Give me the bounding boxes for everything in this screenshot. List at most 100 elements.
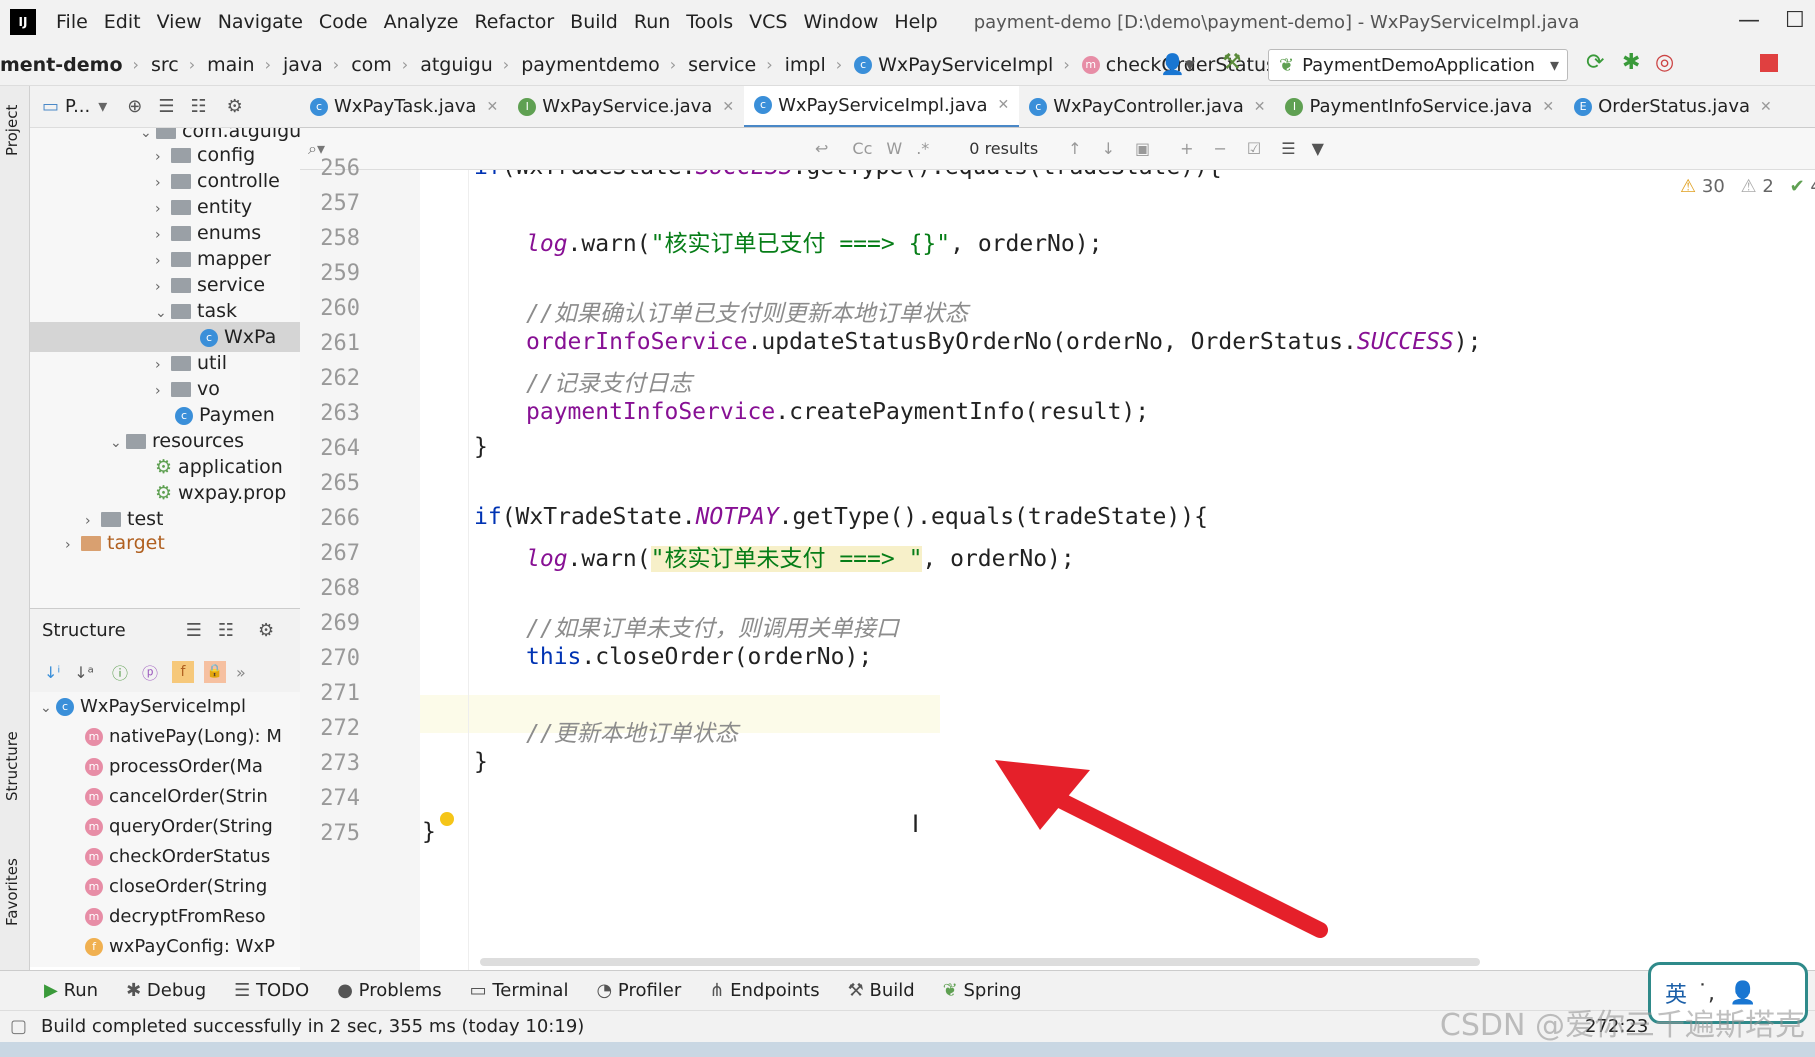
gear-icon[interactable]: ⚙ bbox=[258, 620, 274, 641]
expand-all-icon[interactable]: ☰ bbox=[186, 620, 202, 641]
structure-item[interactable]: m closeOrder(String bbox=[30, 872, 300, 902]
menu-tools[interactable]: Tools bbox=[686, 11, 733, 33]
menu-run[interactable]: Run bbox=[634, 11, 670, 33]
menu-edit[interactable]: Edit bbox=[104, 11, 141, 33]
run-configuration-select[interactable]: ❦ PaymentDemoApplication ▾ bbox=[1268, 49, 1568, 81]
menu-refactor[interactable]: Refactor bbox=[474, 11, 554, 33]
structure-item[interactable]: m cancelOrder(Strin bbox=[30, 782, 300, 812]
status-toggle-icon[interactable]: ▢ bbox=[10, 1016, 27, 1037]
tab-wxpayserviceimpl[interactable]: c WxPayServiceImpl.java ✕ bbox=[744, 86, 1020, 127]
structure-item[interactable]: f wxPayConfig: WxP bbox=[30, 932, 300, 962]
lightbulb-icon[interactable] bbox=[440, 812, 454, 826]
coverage-icon[interactable]: ◎ bbox=[1655, 50, 1674, 75]
problems-tool[interactable]: ● Problems bbox=[337, 980, 441, 1001]
tree-item[interactable]: › target bbox=[30, 528, 300, 558]
more-icon[interactable]: » bbox=[236, 663, 246, 682]
breadcrumb-com[interactable]: com bbox=[351, 54, 392, 76]
close-icon[interactable]: ✕ bbox=[1542, 99, 1554, 115]
structure-item[interactable]: m checkOrderStatus bbox=[30, 842, 300, 872]
structure-root[interactable]: ⌄ c WxPayServiceImpl bbox=[30, 692, 300, 722]
tab-wxpaycontroller[interactable]: c WxPayController.java ✕ bbox=[1019, 86, 1275, 127]
build-hammer-icon[interactable]: ⚒ bbox=[1222, 50, 1242, 75]
menu-code[interactable]: Code bbox=[319, 11, 368, 33]
menu-analyze[interactable]: Analyze bbox=[384, 11, 459, 33]
previous-occurrence-icon[interactable]: ↑ bbox=[1068, 139, 1081, 158]
regex-toggle[interactable]: .* bbox=[916, 139, 929, 158]
tab-paymentinfoservice[interactable]: I PaymentInfoService.java ✕ bbox=[1275, 86, 1564, 127]
search-input[interactable] bbox=[535, 135, 815, 163]
close-icon[interactable]: ✕ bbox=[722, 99, 734, 115]
code-line-272: //更新本地订单状态 bbox=[526, 721, 738, 747]
stop-icon[interactable] bbox=[1760, 54, 1778, 72]
todo-tool[interactable]: ☰ TODO bbox=[234, 980, 309, 1001]
structure-item[interactable]: m decryptFromReso bbox=[30, 902, 300, 932]
show-properties-icon[interactable]: ⓟ bbox=[142, 660, 158, 684]
menu-view[interactable]: View bbox=[157, 11, 202, 33]
locate-icon[interactable]: ⊕ bbox=[127, 96, 142, 117]
structure-item[interactable]: m processOrder(Ma bbox=[30, 752, 300, 782]
breadcrumb-main[interactable]: main bbox=[207, 54, 254, 76]
add-occurrence-icon[interactable]: + bbox=[1180, 139, 1193, 158]
menu-vcs[interactable]: VCS bbox=[749, 11, 787, 33]
breadcrumb-atguigu[interactable]: atguigu bbox=[420, 54, 493, 76]
terminal-tool[interactable]: ▭ Terminal bbox=[470, 980, 569, 1001]
user-icon[interactable]: 👤▾ bbox=[1160, 52, 1195, 76]
structure-item[interactable]: m queryOrder(String bbox=[30, 812, 300, 842]
filter-icon[interactable]: ▼ bbox=[1312, 139, 1324, 158]
debug-tool[interactable]: ✱ Debug bbox=[126, 980, 206, 1001]
spring-tool[interactable]: ❦ Spring bbox=[943, 980, 1022, 1001]
close-icon[interactable]: ✕ bbox=[486, 99, 498, 115]
match-case-toggle[interactable]: Cc bbox=[852, 139, 872, 158]
next-occurrence-icon[interactable]: ↓ bbox=[1102, 139, 1115, 158]
run-tool[interactable]: ▶ Run bbox=[44, 980, 98, 1001]
maximize-icon[interactable]: ☐ bbox=[1785, 8, 1805, 33]
breadcrumb-project[interactable]: ment-demo bbox=[0, 54, 123, 76]
show-non-public-icon[interactable]: 🔒 bbox=[203, 661, 226, 683]
close-icon[interactable]: ✕ bbox=[998, 97, 1010, 113]
breadcrumb-paymentdemo[interactable]: paymentdemo bbox=[521, 54, 660, 76]
tab-orderstatus[interactable]: E OrderStatus.java ✕ bbox=[1564, 86, 1782, 127]
endpoints-tool[interactable]: ⋔ Endpoints bbox=[709, 980, 819, 1001]
expand-all-icon[interactable]: ☰ bbox=[158, 96, 174, 117]
chevron-down-icon[interactable]: ▾ bbox=[98, 96, 107, 117]
tab-wxpaytask[interactable]: c WxPayTask.java ✕ bbox=[300, 86, 508, 127]
debug-icon[interactable]: ✱ bbox=[1622, 50, 1640, 75]
words-toggle[interactable]: W bbox=[886, 139, 902, 158]
project-view-selector[interactable]: P... bbox=[65, 96, 90, 117]
minimize-icon[interactable]: — bbox=[1738, 8, 1760, 33]
collapse-all-icon[interactable]: ☷ bbox=[191, 96, 207, 117]
breadcrumb-java[interactable]: java bbox=[283, 54, 323, 76]
structure-item[interactable]: m nativePay(Long): M bbox=[30, 722, 300, 752]
breadcrumb-impl[interactable]: impl bbox=[785, 54, 826, 76]
close-icon[interactable]: ✕ bbox=[1760, 99, 1772, 115]
remove-occurrence-icon[interactable]: − bbox=[1214, 139, 1227, 158]
project-tool-tab[interactable]: Project bbox=[3, 105, 21, 156]
sort-alpha-icon[interactable]: ↓ᵃ bbox=[74, 663, 94, 682]
build-tool[interactable]: ⚒ Build bbox=[848, 980, 915, 1001]
show-inherited-icon[interactable]: ⓘ bbox=[112, 660, 128, 684]
horizontal-scrollbar[interactable] bbox=[480, 958, 1480, 966]
tab-wxpayservice[interactable]: I WxPayService.java ✕ bbox=[508, 86, 744, 127]
menu-help[interactable]: Help bbox=[894, 11, 937, 33]
show-fields-icon[interactable]: f bbox=[171, 661, 194, 683]
inspection-widget[interactable]: ⚠ 30 ⚠ 2 ✔ 4 bbox=[1680, 176, 1815, 197]
breadcrumb-service[interactable]: service bbox=[688, 54, 756, 76]
sort-by-type-icon[interactable]: ↓ⁱ bbox=[44, 663, 60, 682]
menu-build[interactable]: Build bbox=[570, 11, 618, 33]
menu-navigate[interactable]: Navigate bbox=[218, 11, 303, 33]
filter-options-icon[interactable]: ☰ bbox=[1281, 139, 1295, 158]
gear-icon[interactable]: ⚙ bbox=[227, 96, 243, 117]
close-icon[interactable]: ✕ bbox=[1254, 99, 1266, 115]
select-all-icon[interactable]: ☑ bbox=[1247, 139, 1261, 158]
breadcrumb-class[interactable]: c WxPayServiceImpl bbox=[854, 54, 1053, 76]
favorites-tool-tab[interactable]: Favorites bbox=[3, 858, 21, 926]
select-all-occurrences-icon[interactable]: ▣ bbox=[1135, 139, 1150, 158]
breadcrumb-src[interactable]: src bbox=[151, 54, 179, 76]
new-line-icon[interactable]: ↩ bbox=[815, 139, 828, 158]
profiler-tool[interactable]: ◔ Profiler bbox=[596, 980, 681, 1001]
menu-window[interactable]: Window bbox=[803, 11, 878, 33]
rerun-icon[interactable]: ⟳ bbox=[1586, 50, 1604, 75]
collapse-all-icon[interactable]: ☷ bbox=[218, 620, 234, 641]
menu-file[interactable]: File bbox=[56, 11, 88, 33]
structure-tool-tab[interactable]: Structure bbox=[3, 731, 21, 801]
